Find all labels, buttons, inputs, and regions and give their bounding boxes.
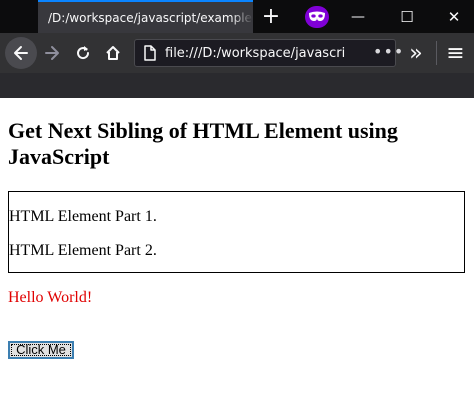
element-container: HTML Element Part 1. HTML Element Part 2… <box>8 191 465 273</box>
url-bar[interactable]: file:///D:/workspace/javascript/example.… <box>134 39 403 67</box>
tab-title-fade <box>231 2 253 33</box>
reload-button[interactable] <box>67 37 99 69</box>
minimize-icon: — <box>351 8 365 25</box>
forward-arrow-icon <box>45 46 59 60</box>
private-browsing-mask-icon <box>305 6 329 28</box>
maximize-icon: ☐ <box>400 7 414 26</box>
hamburger-menu-icon: ≡ <box>446 40 465 66</box>
close-icon: ✕ <box>447 7 461 26</box>
active-tab[interactable]: /D:/workspace/javascript/example.html <box>38 0 253 33</box>
back-arrow-icon <box>14 46 28 60</box>
close-button[interactable]: ✕ <box>434 0 474 33</box>
plus-icon: + <box>261 4 281 29</box>
page-icon <box>144 45 156 61</box>
paragraph-part-1: HTML Element Part 1. <box>9 208 157 225</box>
new-tab-button[interactable]: + <box>251 0 291 33</box>
overflow-menu-button[interactable]: » <box>396 33 436 73</box>
toolbar-bottom-strip <box>0 73 474 98</box>
output-text: Hello World! <box>8 289 93 306</box>
click-me-button[interactable]: Click Me <box>8 341 74 359</box>
forward-button[interactable] <box>36 37 68 69</box>
home-icon <box>106 46 120 60</box>
tab-title: /D:/workspace/javascript/example.html <box>48 10 253 25</box>
maximize-button[interactable]: ☐ <box>387 0 427 33</box>
navigation-toolbar: file:///D:/workspace/javascript/example.… <box>0 33 474 73</box>
chevron-double-right-icon: » <box>409 40 423 66</box>
paragraph-part-2: HTML Element Part 2. <box>9 242 157 259</box>
url-text: file:///D:/workspace/javascript/example.… <box>165 46 345 61</box>
home-button[interactable] <box>97 37 129 69</box>
title-bar: /D:/workspace/javascript/example.html + … <box>0 0 474 33</box>
page-heading: Get Next Sibling of HTML Element using J… <box>8 118 398 169</box>
app-menu-button[interactable]: ≡ <box>437 33 474 73</box>
reload-icon <box>77 46 90 60</box>
page-content: Get Next Sibling of HTML Element using J… <box>0 98 474 419</box>
back-button[interactable] <box>5 37 37 69</box>
minimize-button[interactable]: — <box>338 0 378 33</box>
